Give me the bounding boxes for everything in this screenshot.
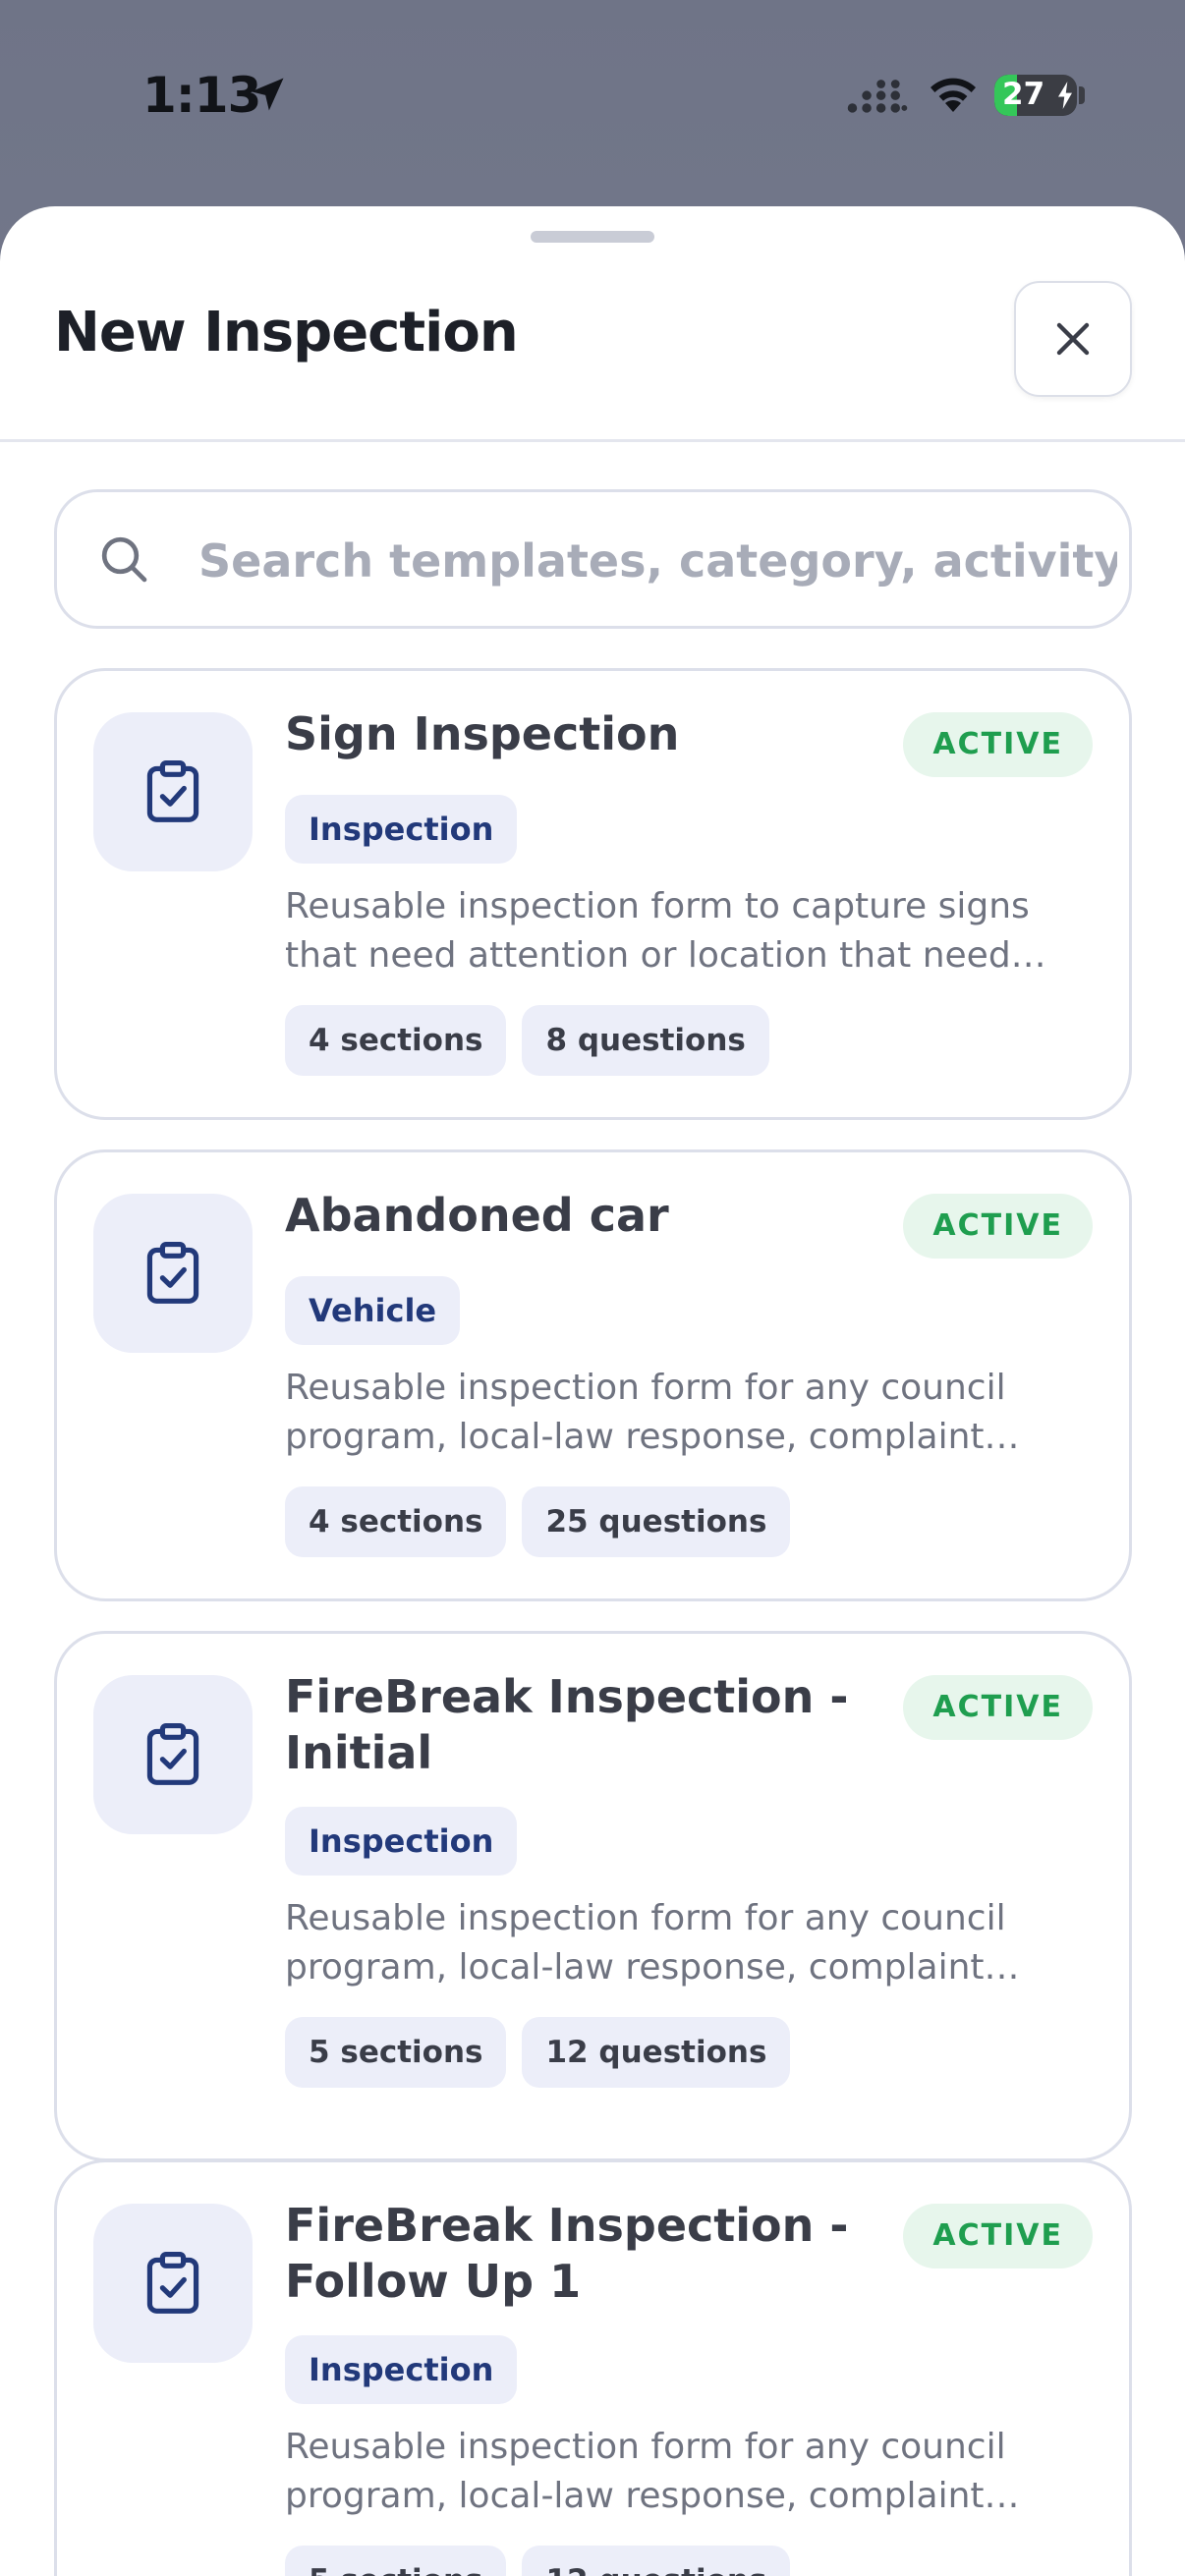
clipboard-check-icon (146, 1722, 199, 1785)
template-card-firebreak-initial[interactable]: FireBreak Inspection - Initial ACTIVE In… (54, 1631, 1132, 2161)
header-divider (0, 439, 1185, 442)
template-counts: 5 sections 12 questions (285, 2017, 791, 2088)
charging-bolt-icon (1058, 82, 1072, 109)
battery-charging-icon: 27 (994, 75, 1077, 116)
template-title: FireBreak Inspection - Follow Up 1 (285, 2199, 849, 2308)
status-badge: ACTIVE (903, 1194, 1093, 1259)
sheet-grabber[interactable] (531, 231, 654, 243)
clipboard-check-icon (146, 1241, 199, 1304)
sections-count-chip: 4 sections (285, 1005, 507, 1076)
template-counts: 4 sections 8 questions (285, 1005, 769, 1076)
template-icon-box (93, 1194, 253, 1353)
category-tag: Vehicle (285, 1276, 461, 1345)
status-badge: ACTIVE (903, 2204, 1093, 2268)
status-badge: ACTIVE (903, 1675, 1093, 1740)
search-icon (101, 536, 147, 583)
category-tag: Inspection (285, 2335, 518, 2404)
clipboard-check-icon (146, 2251, 199, 2314)
questions-count-chip: 12 questions (522, 2546, 791, 2576)
template-card-sign-inspection[interactable]: Sign Inspection ACTIVE Inspection Reusab… (54, 668, 1132, 1120)
template-icon-box (93, 1675, 253, 1834)
template-card-firebreak-follow-up-1[interactable]: FireBreak Inspection - Follow Up 1 ACTIV… (54, 2159, 1132, 2576)
questions-count-chip: 12 questions (522, 2017, 791, 2088)
sections-count-chip: 5 sections (285, 2017, 507, 2088)
category-tag: Inspection (285, 1807, 518, 1876)
battery-percent: 27 (1002, 77, 1045, 112)
close-icon (1056, 322, 1090, 356)
questions-count-chip: 25 questions (522, 1486, 791, 1557)
sheet-title: New Inspection (54, 301, 519, 364)
template-counts: 5 sections 12 questions (285, 2546, 791, 2576)
template-title: FireBreak Inspection - Initial (285, 1670, 849, 1779)
status-time: 1:13 (142, 67, 261, 124)
questions-count-chip: 8 questions (522, 1005, 769, 1076)
cellular-signal-icon (847, 80, 908, 113)
search-bar[interactable] (54, 489, 1132, 629)
category-tag: Inspection (285, 795, 518, 864)
sections-count-chip: 4 sections (285, 1486, 507, 1557)
battery-nub (1079, 86, 1085, 104)
clipboard-check-icon (146, 759, 199, 822)
sections-count-chip: 5 sections (285, 2546, 507, 2576)
template-description: Reusable inspection form for any council… (285, 1368, 1020, 1457)
template-title: Abandoned car (285, 1189, 669, 1242)
template-title: Sign Inspection (285, 707, 680, 760)
template-description: Reusable inspection form for any council… (285, 2427, 1020, 2516)
search-input[interactable] (198, 530, 1117, 592)
close-button[interactable] (1014, 281, 1132, 397)
template-description: Reusable inspection form for any council… (285, 1898, 1020, 1988)
location-arrow-icon (251, 78, 284, 111)
new-inspection-sheet: New Inspection Sign Inspection ACTIVE In… (0, 206, 1185, 2576)
wifi-icon (931, 78, 976, 112)
template-counts: 4 sections 25 questions (285, 1486, 791, 1557)
template-description: Reusable inspection form to capture sign… (285, 886, 1046, 976)
status-bar: 1:13 27 (0, 0, 1185, 196)
template-icon-box (93, 712, 253, 871)
status-badge: ACTIVE (903, 712, 1093, 777)
template-icon-box (93, 2204, 253, 2363)
template-card-abandoned-car[interactable]: Abandoned car ACTIVE Vehicle Reusable in… (54, 1149, 1132, 1601)
